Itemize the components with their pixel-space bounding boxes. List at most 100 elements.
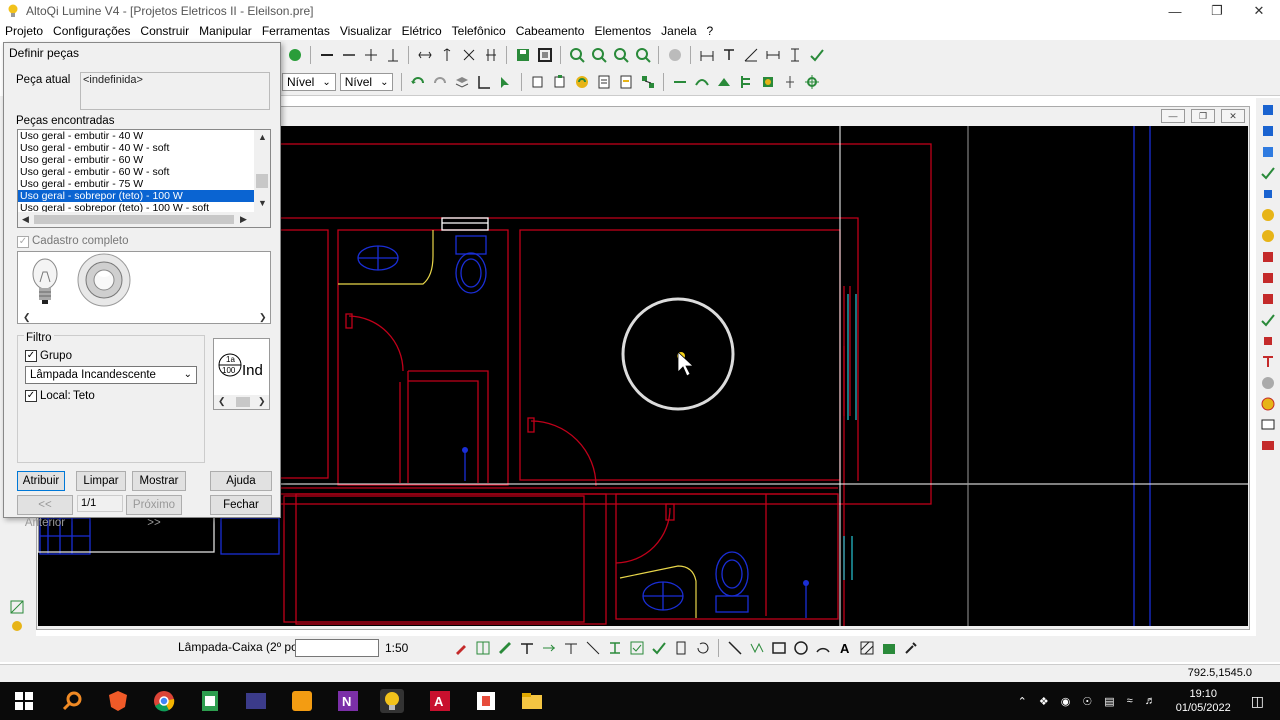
red-tool-icon[interactable] <box>1259 248 1277 266</box>
list-item[interactable]: Uso geral - embutir - 60 W - soft <box>18 166 254 178</box>
list-item[interactable]: Uso geral - embutir - 75 W <box>18 178 254 190</box>
red-square-icon[interactable] <box>1259 332 1277 350</box>
group-dropdown[interactable]: Lâmpada Incandescente ⌄ <box>25 366 197 384</box>
search-icon[interactable] <box>60 689 84 713</box>
text-a-icon[interactable]: A <box>836 639 854 657</box>
check-tool-icon[interactable] <box>1259 164 1277 182</box>
bulb-red-icon[interactable] <box>1259 395 1277 413</box>
redo-icon[interactable] <box>431 73 449 91</box>
help-button[interactable]: Ajuda <box>210 471 272 491</box>
document-icon[interactable] <box>595 73 613 91</box>
pointer-snap-icon[interactable] <box>497 73 515 91</box>
brave-browser-icon[interactable] <box>106 689 130 713</box>
box-snap-icon[interactable] <box>759 73 777 91</box>
vertical-arrow-icon[interactable] <box>438 46 456 64</box>
list-item[interactable]: Uso geral - embutir - 40 W <box>18 130 254 142</box>
symbol-scroll-left-icon[interactable]: ❮ <box>218 396 226 407</box>
tv-icon[interactable] <box>1259 416 1277 434</box>
arrow-line-icon[interactable] <box>540 639 558 657</box>
blue-tool-icon[interactable] <box>1259 101 1277 119</box>
menu-configuracoes[interactable]: Configurações <box>48 24 135 38</box>
scroll-thumb[interactable] <box>34 215 234 224</box>
preview-scroll-left-icon[interactable]: ❮ <box>23 312 31 323</box>
save-icon[interactable] <box>514 46 532 64</box>
arrows-icon[interactable] <box>416 46 434 64</box>
undo-icon[interactable] <box>409 73 427 91</box>
list-vertical-scrollbar[interactable]: ▲ ▼ <box>254 130 270 213</box>
child-maximize-button[interactable]: ❐ <box>1191 109 1215 123</box>
crosshair-icon[interactable] <box>803 73 821 91</box>
paste-icon[interactable] <box>551 73 569 91</box>
menu-eletrico[interactable]: Elétrico <box>397 24 447 38</box>
notification-icon[interactable]: ◫ <box>1251 693 1264 710</box>
network-icon[interactable]: ▤ <box>1104 695 1114 708</box>
child-close-button[interactable]: ✕ <box>1221 109 1245 123</box>
clock[interactable]: 19:10 01/05/2022 <box>1176 687 1231 715</box>
full-registry-checkbox[interactable]: ✓ <box>17 236 29 248</box>
list-horizontal-scrollbar[interactable]: ◀ ▶ <box>18 212 270 227</box>
minimize-button[interactable]: — <box>1154 0 1196 22</box>
menu-help[interactable]: ? <box>702 24 719 38</box>
blue-stack-icon[interactable] <box>1259 122 1277 140</box>
zoom-in-icon[interactable] <box>568 46 586 64</box>
checkbox-tool-icon[interactable] <box>628 639 646 657</box>
copy-icon[interactable] <box>529 73 547 91</box>
wire-icon[interactable] <box>715 73 733 91</box>
tee-icon[interactable] <box>518 639 536 657</box>
draw-line-icon[interactable] <box>726 639 744 657</box>
cross-line-icon[interactable] <box>362 46 380 64</box>
list-item[interactable]: Uso geral - embutir - 60 W <box>18 154 254 166</box>
circle-icon[interactable] <box>792 639 810 657</box>
file-explorer-icon[interactable] <box>520 689 544 713</box>
check-pen-icon[interactable] <box>808 46 826 64</box>
menu-telefonico[interactable]: Telefônico <box>447 24 511 38</box>
speaker-icon[interactable]: ♬ <box>1145 695 1156 707</box>
close-dialog-button[interactable]: Fechar <box>210 495 272 515</box>
h-line-icon[interactable] <box>562 639 580 657</box>
lumine-app-icon[interactable] <box>380 689 404 713</box>
zoom-window-icon[interactable] <box>590 46 608 64</box>
red-tool3-icon[interactable] <box>1259 290 1277 308</box>
zoom-plus-icon[interactable] <box>612 46 630 64</box>
microphone-icon[interactable]: ☉ <box>1082 695 1092 708</box>
t-red-icon[interactable] <box>1259 353 1277 371</box>
x-cross-icon[interactable] <box>460 46 478 64</box>
blue-panel-icon[interactable] <box>1259 143 1277 161</box>
menu-janela[interactable]: Janela <box>656 24 701 38</box>
command-input[interactable] <box>295 639 379 657</box>
dropbox-icon[interactable]: ❖ <box>1039 695 1049 708</box>
bulb-right2-icon[interactable] <box>1259 227 1277 245</box>
sheets-icon[interactable] <box>198 689 222 713</box>
split-arrow-icon[interactable] <box>482 46 500 64</box>
t-line-icon[interactable] <box>384 46 402 64</box>
text-tool-icon[interactable] <box>720 46 738 64</box>
list-item[interactable]: Uso geral - embutir - 40 W - soft <box>18 142 254 154</box>
zoom-minus-icon[interactable] <box>634 46 652 64</box>
menu-construir[interactable]: Construir <box>135 24 194 38</box>
list-item-selected[interactable]: Uso geral - sobrepor (teto) - 100 W <box>18 190 254 202</box>
next-button[interactable]: Próximo >> <box>126 495 182 529</box>
level-select-2[interactable]: Nível ⌄ <box>339 73 394 91</box>
acrobat-icon[interactable]: A <box>428 689 452 713</box>
previous-button[interactable]: << Anterior <box>17 495 73 529</box>
level-select-1[interactable]: Nível ⌄ <box>282 73 336 91</box>
block-icon[interactable] <box>880 639 898 657</box>
wifi-icon[interactable]: ≈ <box>1127 695 1133 707</box>
child-minimize-button[interactable]: — <box>1161 109 1185 123</box>
network-icon[interactable] <box>639 73 657 91</box>
clear-button[interactable]: Limpar <box>76 471 126 491</box>
ruler-icon[interactable] <box>496 639 514 657</box>
tv-red-icon[interactable] <box>1259 437 1277 455</box>
vertical-dim-icon[interactable] <box>781 73 799 91</box>
scroll-thumb[interactable] <box>256 174 268 188</box>
onenote-icon[interactable]: N <box>336 689 360 713</box>
menu-projeto[interactable]: Projeto <box>0 24 48 38</box>
symbol-scroll-right-icon[interactable]: ❯ <box>258 396 266 407</box>
close-button[interactable]: ✕ <box>1238 0 1280 22</box>
menu-cabeamento[interactable]: Cabeamento <box>511 24 590 38</box>
maximize-button[interactable]: ❐ <box>1196 0 1238 22</box>
circuit-icon[interactable] <box>737 73 755 91</box>
red-tool2-icon[interactable] <box>1259 269 1277 287</box>
menu-visualizar[interactable]: Visualizar <box>335 24 397 38</box>
preview-scroll-right-icon[interactable]: ❯ <box>259 312 267 323</box>
